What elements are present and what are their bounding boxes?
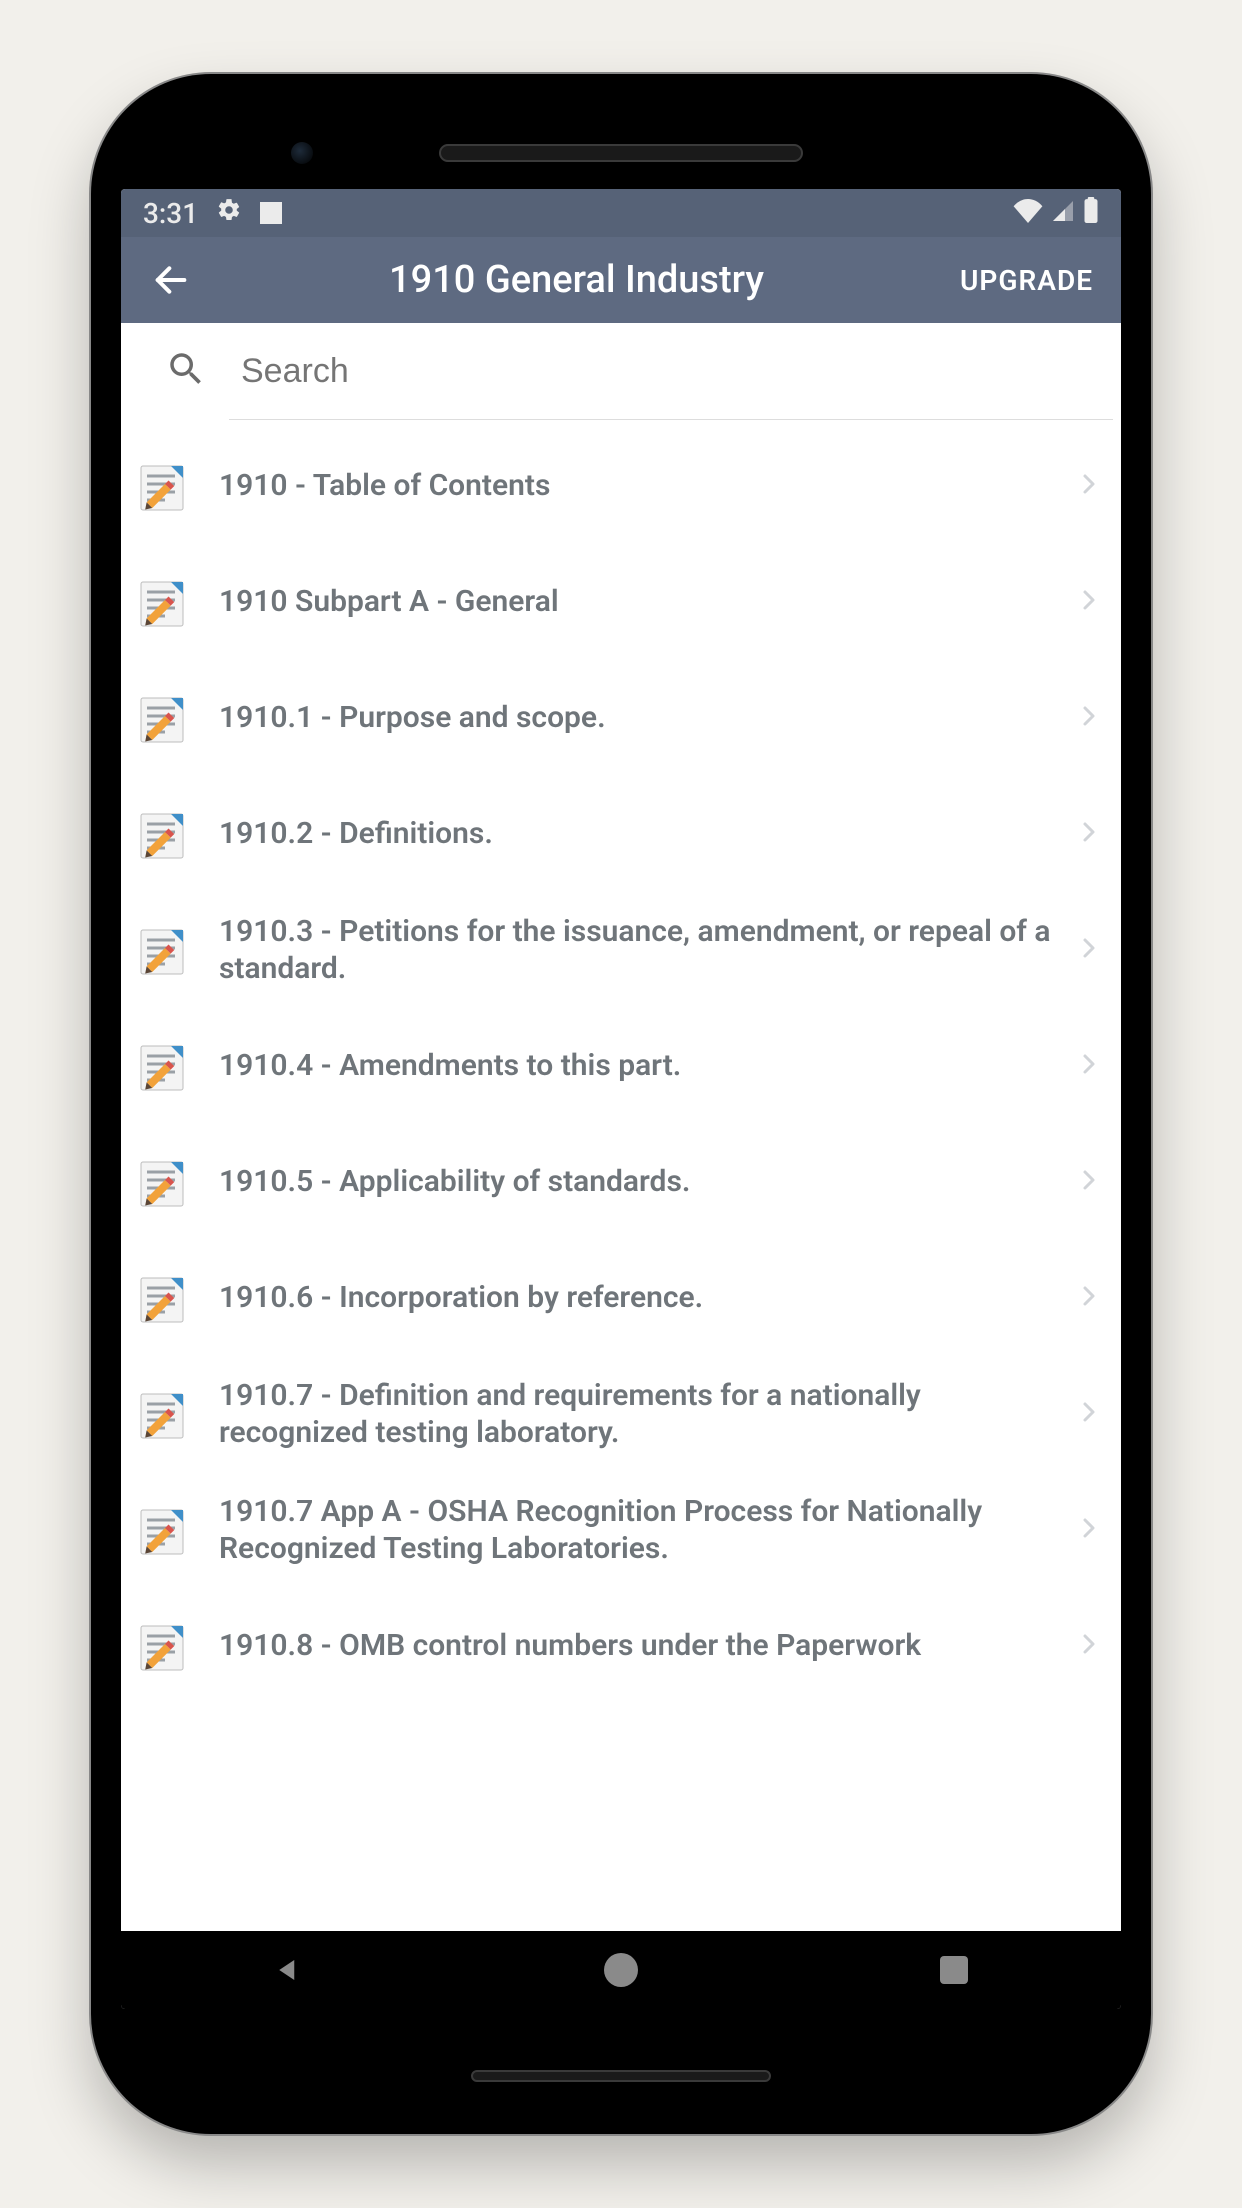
chevron-right-icon [1077,936,1101,964]
list-item-label: 1910.2 - Definitions. [219,815,1077,853]
list-item-label: 1910.4 - Amendments to this part. [219,1047,1077,1085]
list-item-label: 1910.1 - Purpose and scope. [219,699,1077,737]
battery-icon [1083,197,1099,230]
list-item-label: 1910 - Table of Contents [219,467,1077,505]
back-button[interactable] [139,248,203,312]
list-item[interactable]: 1910.7 App A - OSHA Recognition Process … [121,1472,1121,1588]
status-left: 3:31 [143,197,282,230]
list-item[interactable]: 1910.7 - Definition and requirements for… [121,1356,1121,1472]
chevron-right-icon [1077,704,1101,732]
chevron-right-icon [1077,1400,1101,1428]
chevron-right-icon [1077,1632,1101,1660]
list-item-label: 1910.7 App A - OSHA Recognition Process … [219,1493,1077,1568]
search-row[interactable] [121,323,1121,419]
screen: 3:31 [121,189,1121,2009]
list-item-label: 1910.8 - OMB control numbers under the P… [219,1627,1077,1665]
status-time: 3:31 [143,197,198,230]
search-icon [165,348,207,394]
phone-frame: 3:31 [91,74,1151,2134]
nav-home-button[interactable] [597,1946,645,1994]
list-item-label: 1910.5 - Applicability of standards. [219,1163,1077,1201]
list-item[interactable]: 1910.8 - OMB control numbers under the P… [121,1588,1121,1704]
document-icon [135,1500,195,1560]
list-item[interactable]: 1910 Subpart A - General [121,544,1121,660]
document-icon [135,920,195,980]
document-icon [135,1152,195,1212]
signal-icon [1051,197,1075,230]
chevron-right-icon [1077,472,1101,500]
app-indicator-icon [260,202,282,224]
page-title: 1910 General Industry [389,258,764,302]
search-input[interactable] [237,344,1101,399]
settings-icon [216,197,242,230]
list-item[interactable]: 1910.2 - Definitions. [121,776,1121,892]
list-item[interactable]: 1910 - Table of Contents [121,428,1121,544]
document-icon [135,688,195,748]
chevron-right-icon [1077,1516,1101,1544]
list-item-label: 1910.6 - Incorporation by reference. [219,1279,1077,1317]
square-recents-icon [940,1956,968,1984]
upgrade-button[interactable]: UPGRADE [950,264,1103,297]
document-icon [135,1036,195,1096]
list-item[interactable]: 1910.6 - Incorporation by reference. [121,1240,1121,1356]
list-item[interactable]: 1910.5 - Applicability of standards. [121,1124,1121,1240]
document-icon [135,1268,195,1328]
document-icon [135,572,195,632]
list-item[interactable]: 1910.4 - Amendments to this part. [121,1008,1121,1124]
list-item-label: 1910.7 - Definition and requirements for… [219,1377,1077,1452]
document-icon [135,1616,195,1676]
nav-back-button[interactable] [264,1946,312,1994]
chevron-right-icon [1077,588,1101,616]
list-item[interactable]: 1910.3 - Petitions for the issuance, ame… [121,892,1121,1008]
arrow-left-icon [151,260,191,300]
app-title-wrap: 1910 General Industry [203,258,950,302]
status-bar: 3:31 [121,189,1121,237]
list-item-label: 1910.3 - Petitions for the issuance, ame… [219,913,1077,988]
wifi-icon [1013,197,1043,230]
triangle-back-icon [273,1955,303,1985]
chevron-right-icon [1077,820,1101,848]
nav-recents-button[interactable] [930,1946,978,1994]
system-nav-bar [121,1931,1121,2009]
chevron-right-icon [1077,1168,1101,1196]
document-icon [135,456,195,516]
status-right [1013,197,1099,230]
list-item-label: 1910 Subpart A - General [219,583,1077,621]
chevron-right-icon [1077,1284,1101,1312]
regulation-list[interactable]: 1910 - Table of Contents 1910 Subpart A -… [121,420,1121,1931]
phone-speaker-bottom [471,2070,771,2082]
document-icon [135,804,195,864]
app-bar: 1910 General Industry UPGRADE [121,237,1121,323]
chevron-right-icon [1077,1052,1101,1080]
circle-home-icon [604,1953,638,1987]
list-item[interactable]: 1910.1 - Purpose and scope. [121,660,1121,776]
document-icon [135,1384,195,1444]
